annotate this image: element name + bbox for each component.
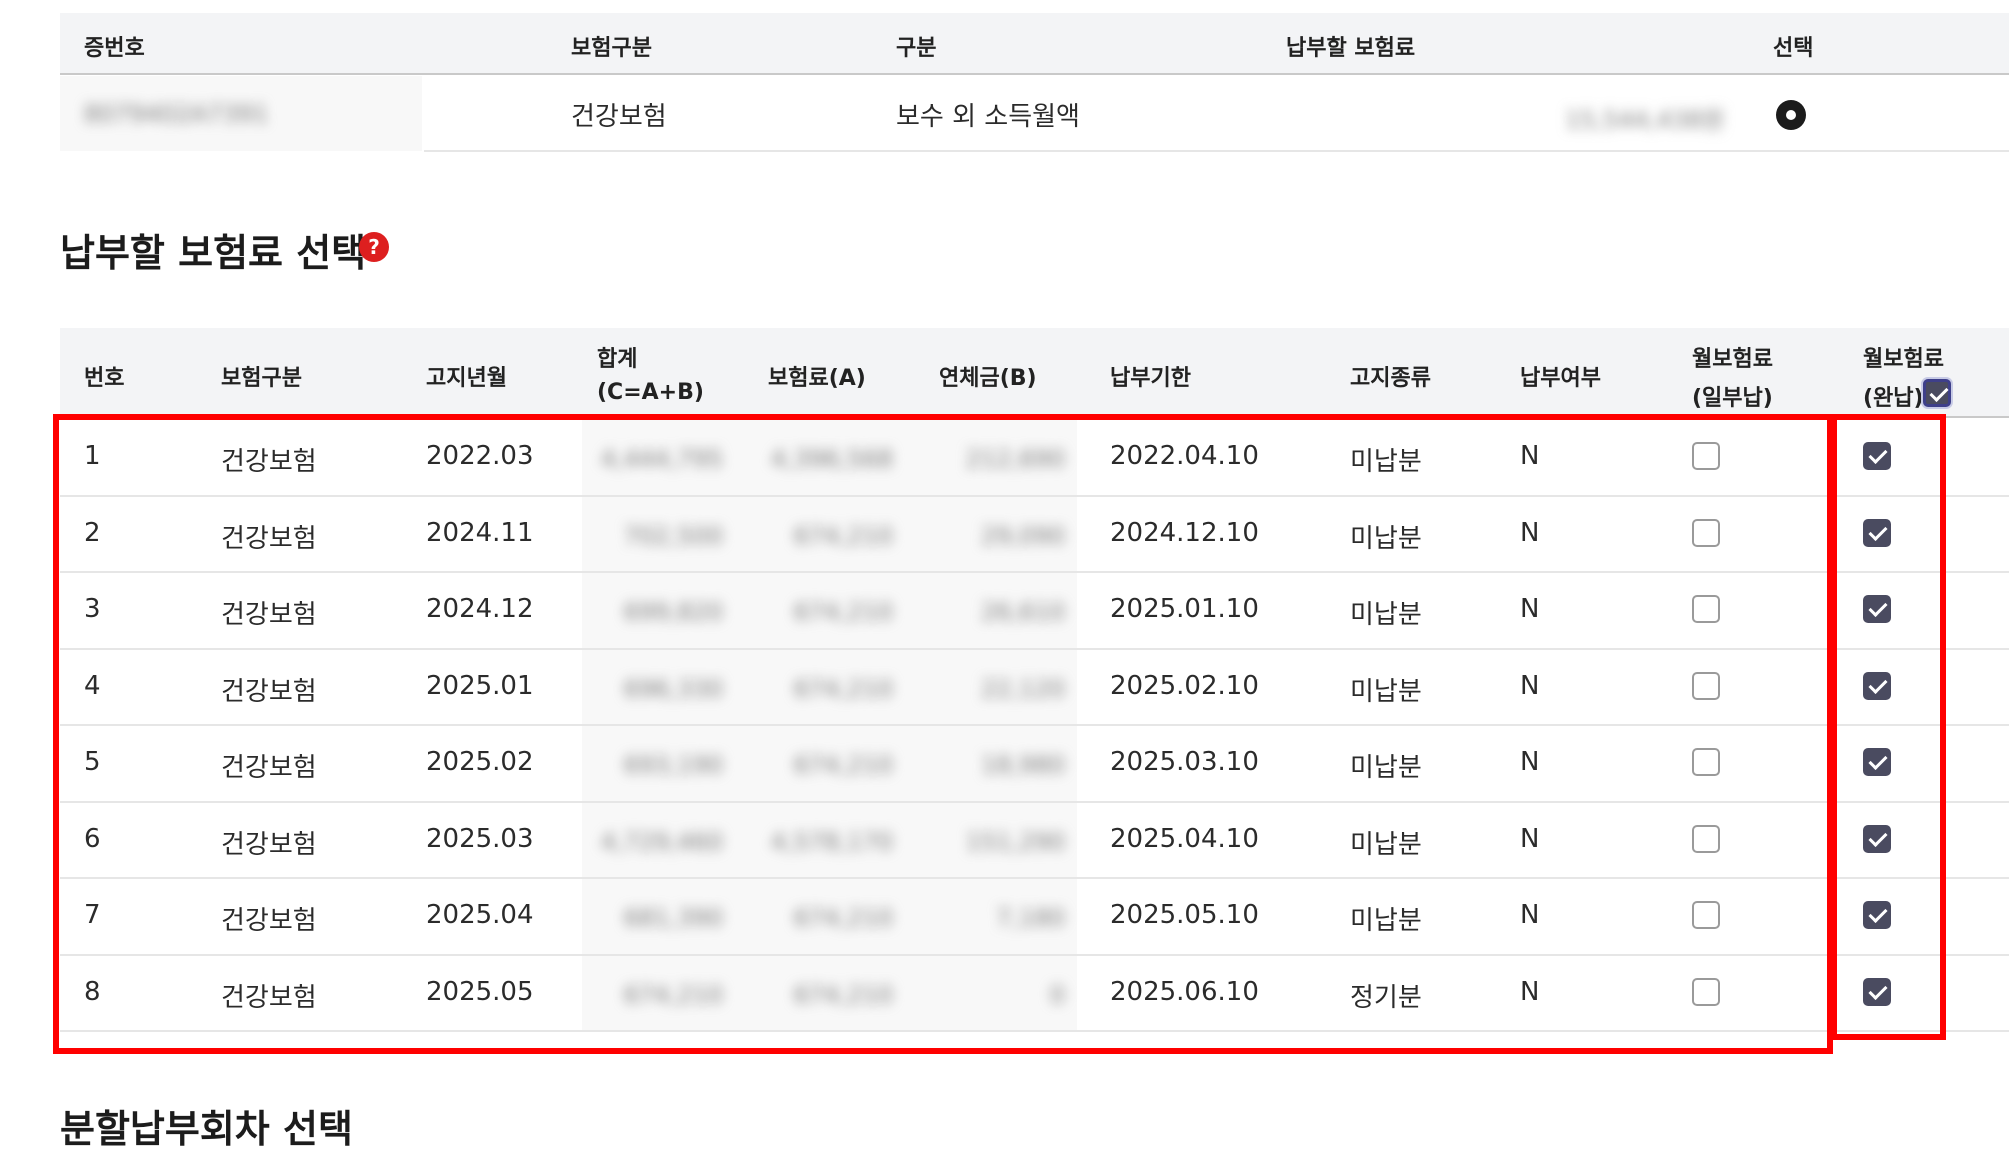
col-header-notice-month: 고지년월 [426, 366, 507, 391]
header-category: 구분 [896, 36, 937, 61]
col-header-full-line1: 월보험료 [1863, 347, 1944, 372]
header-amount-due: 납부할 보험료 [1286, 36, 1416, 61]
col-header-partial-line1: 월보험료 [1692, 347, 1773, 372]
col-header-notice-type: 고지종류 [1350, 366, 1431, 391]
col-header-due-date: 납부기한 [1110, 366, 1191, 391]
policy-category: 보수 외 소득월액 [896, 102, 1080, 132]
policy-no-value: 8079402A7391 [84, 100, 269, 128]
col-header-full-line2: (완납) [1863, 386, 1924, 411]
col-header-late-fee: 연체금(B) [939, 366, 1037, 391]
col-header-premium: 보험료(A) [768, 366, 866, 391]
col-header-total-line2: (C=A+B) [597, 380, 704, 405]
policy-insurance-type: 건강보험 [571, 102, 667, 132]
policy-table-header-border [60, 73, 2009, 75]
col-header-paid: 납부여부 [1520, 366, 1601, 391]
help-icon[interactable]: ? [359, 232, 389, 262]
policy-table-header-bg [60, 13, 2009, 75]
header-insurance-type: 보험구분 [571, 36, 652, 61]
installment-section-title: 분할납부회차 선택 [60, 1107, 353, 1151]
premium-section-title: 납부할 보험료 선택 [60, 231, 367, 275]
col-header-insurance-type: 보험구분 [221, 366, 302, 391]
highlight-box-rows [53, 414, 1833, 1054]
col-header-total-line1: 합계 [597, 347, 638, 372]
col-header-no: 번호 [84, 366, 125, 391]
policy-select-radio[interactable] [1776, 100, 1806, 130]
highlight-box-full-payment [1831, 414, 1946, 1040]
col-header-partial-line2: (일부납) [1692, 386, 1773, 411]
policy-row-border [424, 150, 2009, 152]
policy-amount-due: 15,544,438원 [1565, 106, 1725, 134]
header-policy-no: 증번호 [84, 36, 145, 61]
header-select: 선택 [1773, 36, 1814, 61]
select-all-full-checkbox[interactable] [1923, 379, 1951, 407]
